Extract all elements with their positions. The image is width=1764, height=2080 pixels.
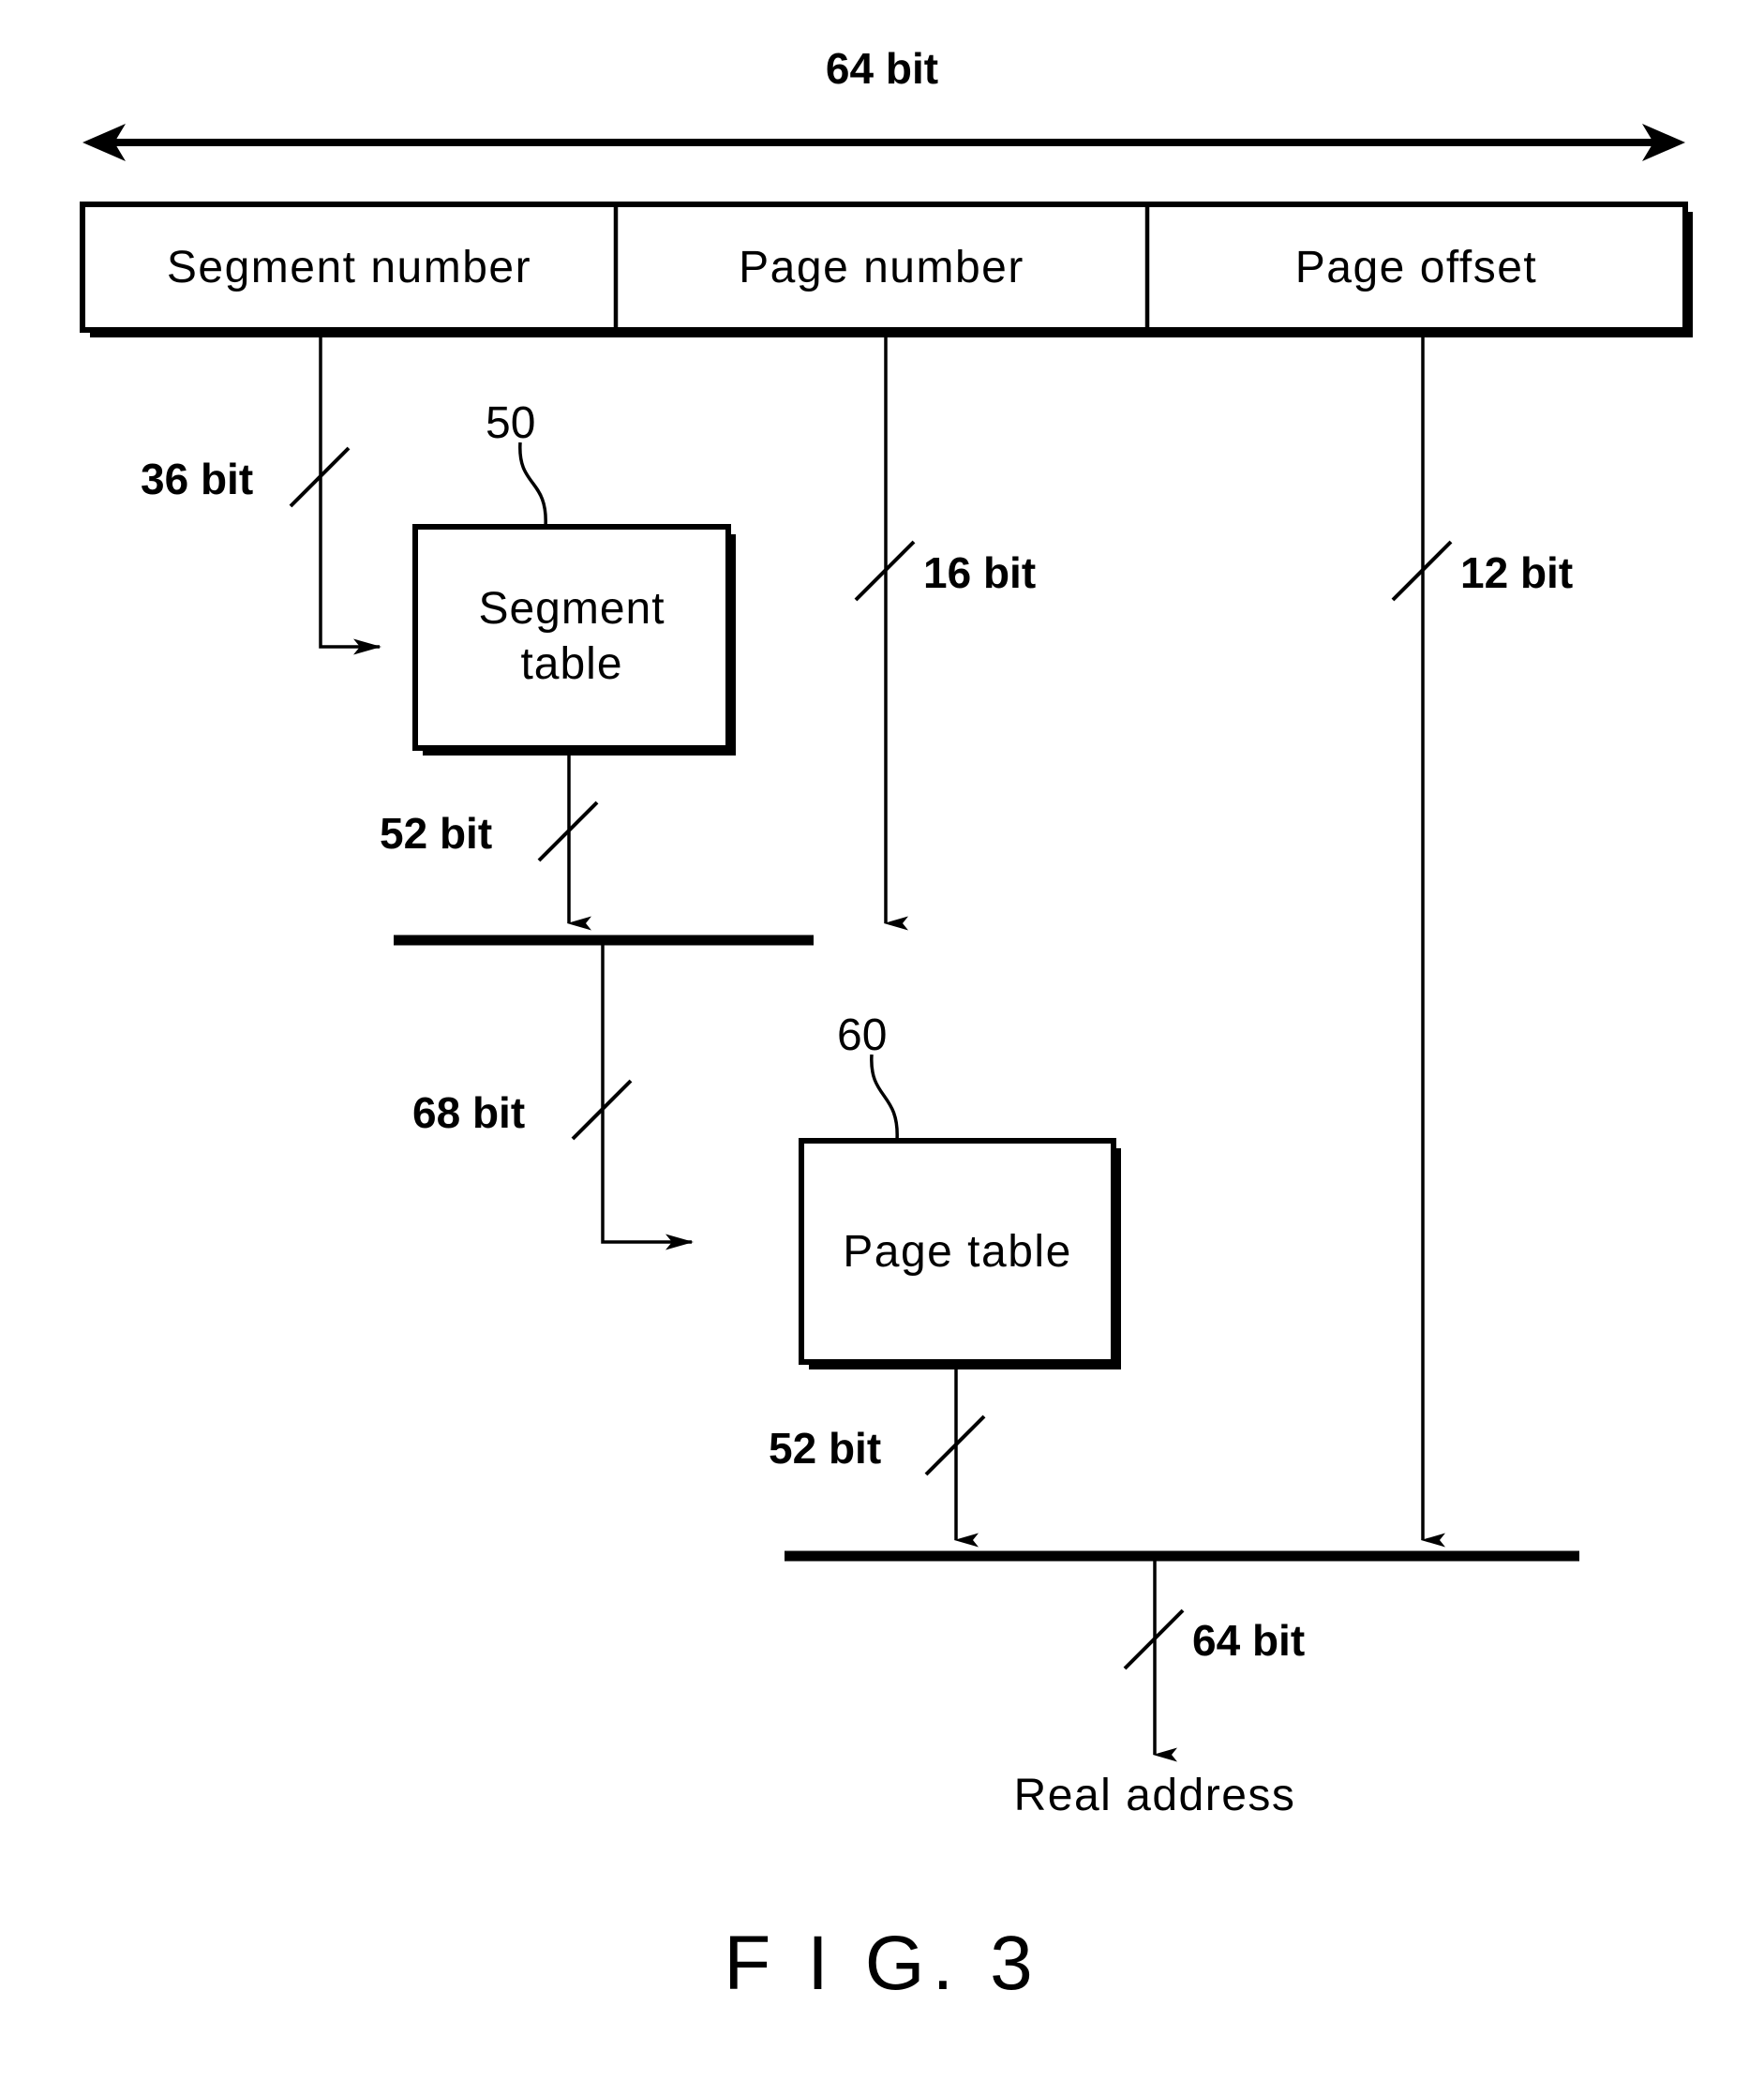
bit-label-merged-first: 68 bit [412, 1088, 526, 1137]
page-table-label: Page table [843, 1226, 1072, 1277]
merge-bus-2 [785, 1550, 1579, 1762]
bit-label-segment-in: 36 bit [141, 455, 254, 503]
address-field-page-offset: Page offset [1294, 242, 1538, 292]
bit-label-segment-table-out: 52 bit [380, 809, 493, 858]
bit-label-page-number: 16 bit [923, 548, 1037, 597]
page-table-output-wire [924, 1362, 986, 1548]
page-number-drop-wire [854, 330, 916, 931]
address-field-page-number: Page number [739, 242, 1024, 292]
bit-label-page-table-out: 52 bit [769, 1424, 882, 1473]
segment-table-output-wire [537, 748, 599, 931]
address-field-segment-number: Segment number [166, 242, 532, 292]
top-dimension-label: 64 bit [825, 44, 939, 93]
bit-label-page-offset: 12 bit [1460, 548, 1574, 597]
segment-table-label: Segment table [478, 584, 665, 689]
figure-caption: F I G. 3 [724, 1921, 1040, 2006]
reference-numeral-60: 60 [837, 1010, 888, 1060]
reference-numeral-50: 50 [486, 398, 536, 448]
figure-3-root: 64 bit Segment number Page number Page o… [0, 0, 1764, 2080]
segment-number-drop-wire [289, 330, 381, 655]
top-dimension-arrow [82, 124, 1685, 161]
page-offset-drop-wire [1391, 330, 1453, 1548]
real-address-label: Real address [1013, 1771, 1296, 1820]
bit-label-real-address: 64 bit [1192, 1616, 1306, 1665]
